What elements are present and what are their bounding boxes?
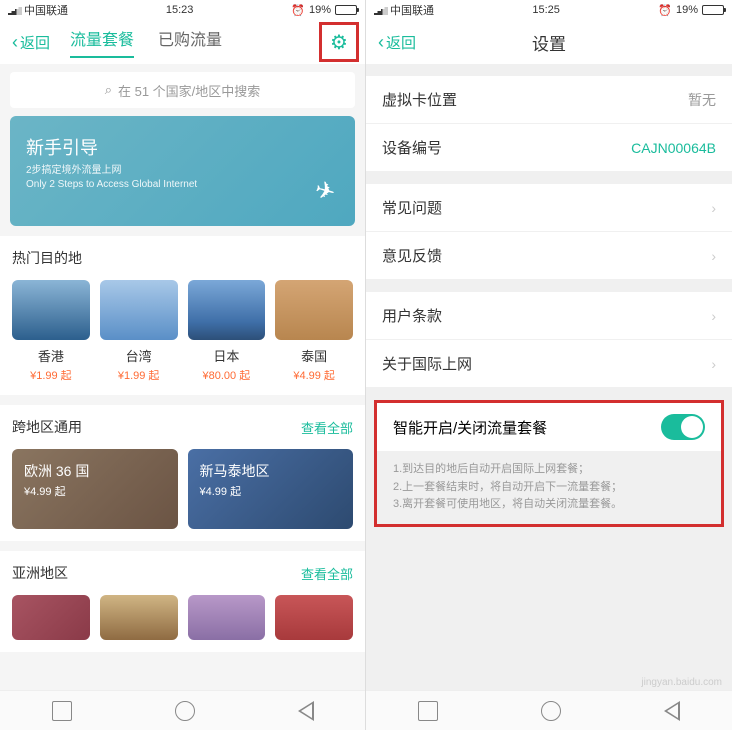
row-terms[interactable]: 用户条款› (366, 292, 732, 340)
row-vcard[interactable]: 虚拟卡位置暂无 (366, 76, 732, 124)
page-title: 设置 (532, 30, 566, 55)
row-about[interactable]: 关于国际上网› (366, 340, 732, 388)
gear-icon[interactable]: ⚙ (330, 30, 348, 55)
chevron-right-icon: › (711, 356, 716, 372)
smart-toggle-highlight: 智能开启/关闭流量套餐 1.到达目的地后自动开启国际上网套餐； 2.上一套餐结束… (374, 400, 724, 527)
android-nav (366, 690, 732, 730)
carrier: 中国联通 (390, 2, 434, 18)
view-all-link[interactable]: 查看全部 (301, 418, 353, 437)
clock: 15:23 (166, 4, 194, 16)
dest-hongkong[interactable]: 香港¥1.99 起 (12, 280, 90, 383)
asia-thumb[interactable] (100, 595, 178, 640)
carrier: 中国联通 (24, 2, 68, 18)
dest-thumb (188, 280, 266, 340)
back-nav-button[interactable] (664, 701, 680, 721)
row-device[interactable]: 设备编号CAJN00064B (366, 124, 732, 172)
dest-thumb (275, 280, 353, 340)
android-nav (0, 690, 365, 730)
chevron-left-icon: ‹ (12, 32, 18, 53)
navbar: ‹返回 流量套餐 已购流量 ⚙ (0, 20, 365, 64)
status-bar: 中国联通 15:25 ⏰ 19% (366, 0, 732, 20)
back-nav-button[interactable] (298, 701, 314, 721)
settings-highlight: ⚙ (319, 22, 359, 62)
dest-thumb (12, 280, 90, 340)
battery-icon (702, 5, 724, 15)
chevron-right-icon: › (711, 200, 716, 216)
tab-packages[interactable]: 流量套餐 (70, 26, 134, 58)
search-icon: ⌕ (105, 82, 112, 98)
watermark: jingyan.baidu.com (641, 677, 722, 688)
row-feedback[interactable]: 意见反馈› (366, 232, 732, 280)
battery-pct: 19% (309, 4, 331, 16)
clock: 15:25 (532, 4, 560, 16)
battery-icon (335, 5, 357, 15)
alarm-icon: ⏰ (658, 4, 672, 17)
view-all-link[interactable]: 查看全部 (301, 564, 353, 583)
home-button[interactable] (175, 701, 195, 721)
smart-description: 1.到达目的地后自动开启国际上网套餐； 2.上一套餐结束时，将自动开启下一流量套… (377, 451, 721, 524)
recent-apps-button[interactable] (52, 701, 72, 721)
smart-toggle-switch[interactable] (661, 414, 705, 440)
dest-thumb (100, 280, 178, 340)
home-button[interactable] (541, 701, 561, 721)
phone-left: 中国联通 15:23 ⏰ 19% ‹返回 流量套餐 已购流量 ⚙ ⌕在 51 个国… (0, 0, 366, 730)
hot-destinations: 热门目的地 香港¥1.99 起 台湾¥1.99 起 日本¥80.00 起 泰国¥… (0, 236, 365, 395)
search-input[interactable]: ⌕在 51 个国家/地区中搜索 (10, 72, 355, 108)
alarm-icon: ⏰ (291, 4, 305, 17)
navbar: ‹返回 设置 (366, 20, 732, 64)
signal-icon (374, 5, 388, 15)
region-sea[interactable]: 新马泰地区¥4.99 起 (188, 449, 354, 529)
row-faq[interactable]: 常见问题› (366, 184, 732, 232)
recent-apps-button[interactable] (418, 701, 438, 721)
onboarding-banner[interactable]: 新手引导 2步搞定境外流量上网 Only 2 Steps to Access G… (10, 116, 355, 226)
phone-right: 中国联通 15:25 ⏰ 19% ‹返回 设置 虚拟卡位置暂无 设备编号CAJN0… (366, 0, 732, 730)
chevron-left-icon: ‹ (378, 32, 384, 53)
dest-japan[interactable]: 日本¥80.00 起 (188, 280, 266, 383)
signal-icon (8, 5, 22, 15)
region-europe[interactable]: 欧洲 36 国¥4.99 起 (12, 449, 178, 529)
back-button[interactable]: ‹返回 (12, 32, 50, 53)
dest-taiwan[interactable]: 台湾¥1.99 起 (100, 280, 178, 383)
status-bar: 中国联通 15:23 ⏰ 19% (0, 0, 365, 20)
asia-thumb[interactable] (188, 595, 266, 640)
back-button[interactable]: ‹返回 (378, 32, 416, 53)
asia-region: 亚洲地区查看全部 (0, 551, 365, 652)
asia-thumb[interactable] (275, 595, 353, 640)
battery-pct: 19% (676, 4, 698, 16)
tab-purchased[interactable]: 已购流量 (158, 26, 222, 58)
dest-thailand[interactable]: 泰国¥4.99 起 (275, 280, 353, 383)
cross-region: 跨地区通用查看全部 欧洲 36 国¥4.99 起 新马泰地区¥4.99 起 (0, 405, 365, 541)
chevron-right-icon: › (711, 308, 716, 324)
row-smart-toggle: 智能开启/关闭流量套餐 (377, 403, 721, 451)
asia-thumb[interactable] (12, 595, 90, 640)
chevron-right-icon: › (711, 248, 716, 264)
